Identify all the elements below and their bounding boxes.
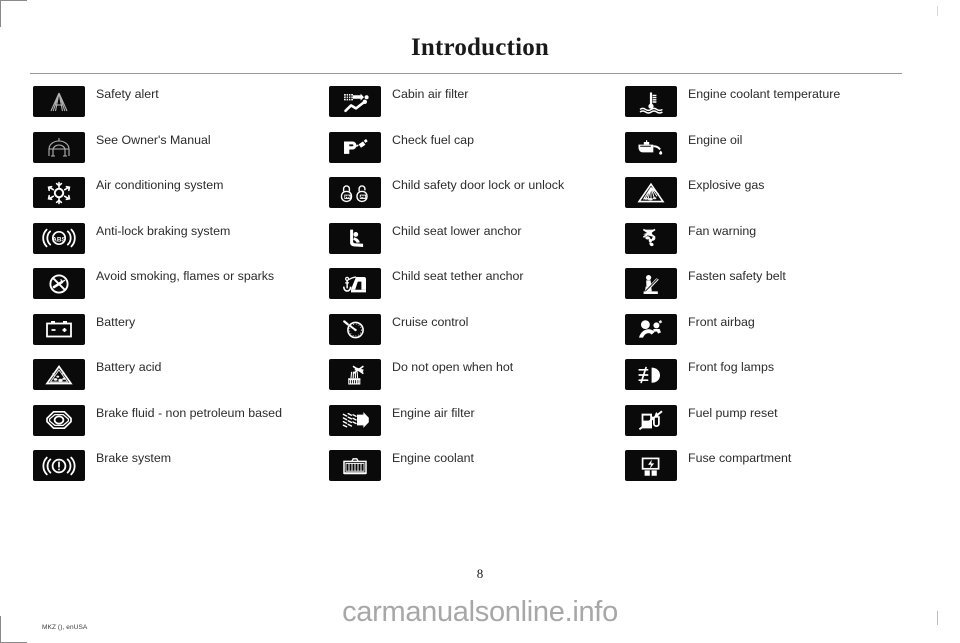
front-fog-lamps-icon <box>625 359 677 390</box>
engine-coolant-icon <box>329 450 381 481</box>
symbol-label: Air conditioning system <box>96 178 224 192</box>
fasten-safety-belt-icon <box>625 268 677 299</box>
symbol-label: Battery <box>96 314 136 329</box>
symbol-label: Front airbag <box>688 314 755 329</box>
crop-mark-top-left <box>0 0 27 27</box>
symbol-row: Air conditioning system <box>33 177 329 223</box>
symbol-row: Do not open when hot <box>329 359 625 405</box>
do-not-open-when-hot-icon <box>329 359 381 390</box>
child-seat-tether-anchor-icon <box>329 268 381 299</box>
engine-oil-icon <box>625 131 677 163</box>
engine-coolant-temperature-icon <box>625 86 677 117</box>
symbol-label: Safety alert <box>96 87 159 101</box>
symbol-row: Engine oil <box>625 131 925 178</box>
symbol-row: Fuel pump reset <box>625 404 925 451</box>
symbol-label: Fasten safety belt <box>688 269 786 283</box>
symbol-label: Brake system <box>96 451 172 465</box>
fuse-compartment-icon <box>625 450 677 481</box>
symbol-label: Engine air filter <box>392 405 475 420</box>
column-right: Engine coolant temperature Engine oil Ex… <box>625 86 925 496</box>
air-conditioning-snowflake-icon <box>33 177 85 208</box>
symbol-label: Engine coolant temperature <box>688 87 841 101</box>
symbol-label: Check fuel cap <box>392 132 474 147</box>
cabin-air-filter-icon <box>329 86 381 117</box>
see-owners-manual-icon <box>33 131 85 163</box>
symbol-label: Battery acid <box>96 360 162 374</box>
symbol-label: Explosive gas <box>688 178 765 192</box>
symbol-row: ABS Anti-lock braking system <box>33 222 329 269</box>
symbol-row: Fan warning <box>625 222 925 269</box>
symbol-row: Explosive gas <box>625 177 925 223</box>
symbol-row: See Owner's Manual <box>33 131 329 178</box>
document-code: MKZ (), enUSA <box>42 624 88 631</box>
symbol-label: Child seat lower anchor <box>392 223 522 238</box>
child-seat-lower-anchor-icon <box>329 222 381 254</box>
symbol-row: Safety alert <box>33 86 329 132</box>
fuel-pump-reset-icon <box>625 404 677 436</box>
fan-warning-icon <box>625 222 677 254</box>
safety-alert-icon <box>33 86 85 117</box>
symbol-label: Child safety door lock or unlock <box>392 178 565 192</box>
symbol-label: Child seat tether anchor <box>392 269 524 283</box>
symbol-row: Fasten safety belt <box>625 268 925 314</box>
symbol-row: Avoid smoking, flames or sparks <box>33 268 329 314</box>
engine-air-filter-icon <box>329 404 381 436</box>
symbol-glossary: Safety alert See Owner's Manual Air cond… <box>0 86 960 496</box>
symbol-label: Fan warning <box>688 223 757 238</box>
symbol-label: Anti-lock braking system <box>96 223 231 238</box>
symbol-label: See Owner's Manual <box>96 132 211 147</box>
battery-acid-icon <box>33 359 85 390</box>
symbol-row: Front fog lamps <box>625 359 925 405</box>
symbol-label: Cruise control <box>392 314 469 329</box>
page-number: 8 <box>476 566 484 581</box>
symbol-row: Brake fluid - non petroleum based <box>33 404 329 451</box>
brake-system-icon <box>33 450 85 481</box>
check-fuel-cap-icon <box>329 131 381 163</box>
brake-fluid-icon <box>33 404 85 436</box>
symbol-label: Engine oil <box>688 132 743 147</box>
symbol-row: Cabin air filter <box>329 86 625 132</box>
symbol-row: Child seat tether anchor <box>329 268 625 314</box>
symbol-row: Engine coolant temperature <box>625 86 925 132</box>
symbol-row: Child seat lower anchor <box>329 222 625 269</box>
watermark: carmanualsonline.info <box>342 596 618 628</box>
symbol-row: Engine air filter <box>329 404 625 451</box>
symbol-label: Fuel pump reset <box>688 405 778 420</box>
battery-icon <box>33 313 85 345</box>
symbol-row: Check fuel cap <box>329 131 625 178</box>
symbol-label: Fuse compartment <box>688 451 792 465</box>
explosive-gas-icon <box>625 177 677 208</box>
cruise-control-icon <box>329 313 381 345</box>
page-title: Introduction <box>410 34 550 61</box>
symbol-row: Front airbag <box>625 313 925 360</box>
symbol-label: Do not open when hot <box>392 360 514 374</box>
symbol-label: Brake fluid - non petroleum based <box>96 405 282 420</box>
svg-text:ABS: ABS <box>52 236 66 243</box>
symbol-label: Front fog lamps <box>688 360 775 374</box>
symbol-label: Cabin air filter <box>392 87 469 101</box>
symbol-row: Battery <box>33 313 329 360</box>
symbol-row: Fuse compartment <box>625 450 925 496</box>
front-airbag-icon <box>625 313 677 345</box>
no-smoking-icon <box>33 268 85 299</box>
symbol-label: Avoid smoking, flames or sparks <box>96 269 275 283</box>
crop-mark-top-right <box>937 6 938 16</box>
symbol-row: Brake system <box>33 450 329 496</box>
symbol-row: Battery acid <box>33 359 329 405</box>
child-safety-door-lock-icon <box>329 177 381 208</box>
symbol-row: Engine coolant <box>329 450 625 496</box>
symbol-row: Cruise control <box>329 313 625 360</box>
symbol-row: Child safety door lock or unlock <box>329 177 625 223</box>
header-divider <box>30 73 902 74</box>
symbol-label: Engine coolant <box>392 451 474 465</box>
column-left: Safety alert See Owner's Manual Air cond… <box>33 86 329 496</box>
abs-icon: ABS <box>33 222 85 254</box>
column-middle: Cabin air filter Check fuel cap Child sa… <box>329 86 625 496</box>
